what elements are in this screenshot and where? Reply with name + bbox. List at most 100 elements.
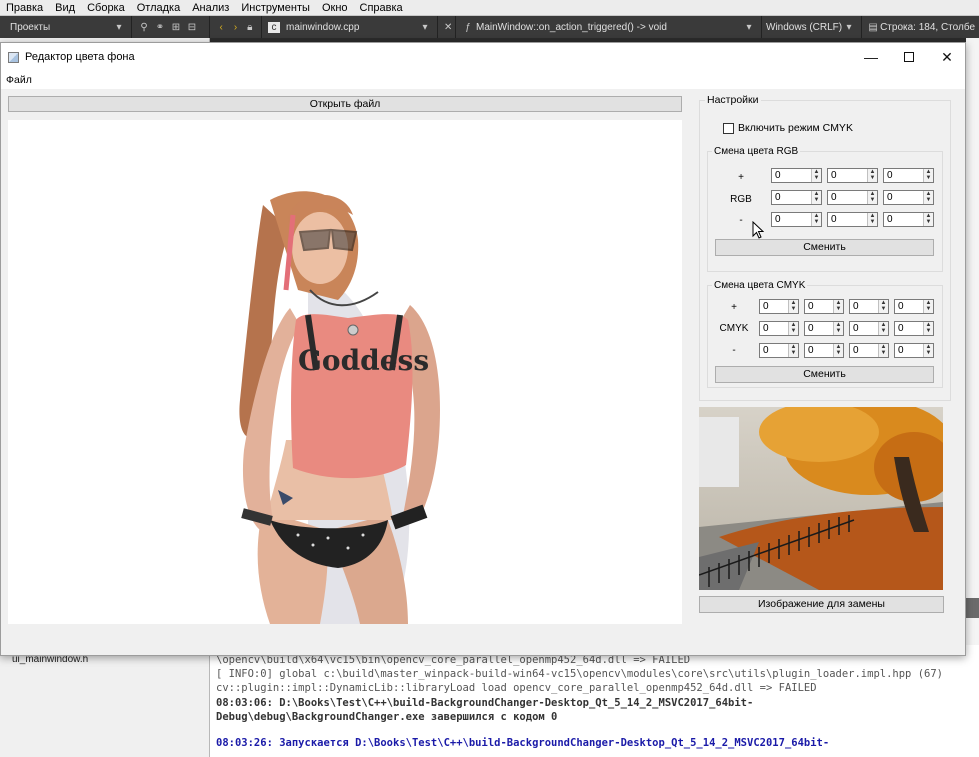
cmyk-plus-c-spinbox[interactable]: 0 ▲ ▼ <box>759 299 799 314</box>
spin-arrows-icon: ▲ ▼ <box>878 344 888 357</box>
rgb-main-r-spinbox[interactable]: 0 ▲ ▼ <box>771 190 822 205</box>
maximize-button[interactable] <box>890 43 928 71</box>
line-ending-label: Windows (CRLF) <box>766 21 843 33</box>
close-sidebar-icon[interactable]: ⊟ <box>186 22 198 33</box>
function-icon: ƒ <box>465 21 471 33</box>
cursor-position-label: Строка: 184, Столбе <box>880 21 975 33</box>
file-tab-label: mainwindow.cpp <box>286 21 360 33</box>
rgb-minus-g-spinbox[interactable]: 0 ▲ ▼ <box>827 212 878 227</box>
rgb-main-g-spinbox[interactable]: 0 ▲ ▼ <box>827 190 878 205</box>
function-signature: MainWindow::on_action_triggered() -> voi… <box>476 21 667 33</box>
cmyk-mode-checkbox[interactable]: Включить режим CMYK <box>723 122 853 134</box>
filter-icon[interactable]: ⚲ <box>138 22 150 33</box>
cmyk-mode-label: Включить режим CMYK <box>738 122 853 134</box>
split-icon[interactable]: ⊞ <box>170 22 182 33</box>
rgb-change-button[interactable]: Сменить <box>715 239 934 256</box>
spin-arrows-icon: ▲ ▼ <box>878 300 888 313</box>
window-titlebar[interactable]: Редактор цвета фона — ✕ <box>1 43 965 71</box>
close-file-button[interactable]: ✕ <box>438 16 456 38</box>
ide-menu-build[interactable]: Сборка <box>81 2 131 14</box>
rgb-row-plus-label: + <box>738 172 744 183</box>
spin-arrows-icon: ▲ ▼ <box>811 169 821 182</box>
dropdown-icon: ▾ <box>116 21 122 33</box>
open-file-button[interactable]: Открыть файл <box>8 96 682 112</box>
cmyk-main-y-spinbox[interactable]: 0 ▲ ▼ <box>849 321 889 336</box>
app-window: Редактор цвета фона — ✕ Файл Открыть фай… <box>0 42 966 656</box>
close-window-button[interactable]: ✕ <box>928 43 966 71</box>
main-image-preview: Goddess <box>8 120 682 624</box>
nav-arrows: ‹ › 🔒︎ <box>210 16 262 38</box>
cmyk-main-c-spinbox[interactable]: 0 ▲ ▼ <box>759 321 799 336</box>
file-tab[interactable]: c mainwindow.cpp ▾ <box>262 16 438 38</box>
rgb-row-main-label: RGB <box>730 194 752 205</box>
window-title: Редактор цвета фона <box>25 51 135 63</box>
cmyk-row-minus-label: - <box>732 345 736 356</box>
replacement-image-button[interactable]: Изображение для замены <box>699 596 944 613</box>
link-icon[interactable]: ⚭ <box>154 22 166 33</box>
cmyk-row-main-label: CMYK <box>719 323 749 334</box>
spin-arrows-icon: ▲ ▼ <box>788 322 798 335</box>
cmyk-minus-y-spinbox[interactable]: 0 ▲ ▼ <box>849 343 889 358</box>
rgb-main-b-spinbox[interactable]: 0 ▲ ▼ <box>883 190 934 205</box>
file-dropdown-icon[interactable]: ▾ <box>419 22 431 33</box>
ide-toolbar: Проекты ▾ ⚲ ⚭ ⊞ ⊟ ‹ › 🔒︎ c mainwindow.cp… <box>0 16 979 38</box>
cmyk-main-k-spinbox[interactable]: 0 ▲ ▼ <box>894 321 934 336</box>
rgb-plus-b-spinbox[interactable]: 0 ▲ ▼ <box>883 168 934 183</box>
spin-arrows-icon: ▲ ▼ <box>923 300 933 313</box>
ide-menu-debug[interactable]: Отладка <box>131 2 186 14</box>
ide-menu-view[interactable]: Вид <box>49 2 81 14</box>
rgb-plus-r-spinbox[interactable]: 0 ▲ ▼ <box>771 168 822 183</box>
minimize-button[interactable]: — <box>852 43 890 71</box>
spin-arrows-icon: ▲ ▼ <box>867 169 877 182</box>
spin-arrows-icon: ▲ ▼ <box>923 169 933 182</box>
spin-arrows-icon: ▲ ▼ <box>923 322 933 335</box>
cpp-file-icon: c <box>268 21 280 33</box>
close-icon: ✕ <box>444 21 453 33</box>
ide-menu-tools[interactable]: Инструменты <box>235 2 316 14</box>
spin-arrows-icon: ▲ ▼ <box>833 322 843 335</box>
cmyk-plus-k-spinbox[interactable]: 0 ▲ ▼ <box>894 299 934 314</box>
ide-menu-analyze[interactable]: Анализ <box>186 2 235 14</box>
cmyk-main-m-spinbox[interactable]: 0 ▲ ▼ <box>804 321 844 336</box>
projects-selector[interactable]: Проекты ▾ <box>0 16 132 38</box>
cursor-position: ▤ Строка: 184, Столбе <box>862 16 979 38</box>
woman-illustration: Goddess <box>239 191 440 624</box>
output-line: cv::plugin::impl::DynamicLib::libraryLoa… <box>216 682 817 695</box>
ide-strip-block <box>966 598 979 618</box>
ide-menu-help[interactable]: Справка <box>354 2 409 14</box>
line-ending-dropdown-icon: ▾ <box>846 21 852 33</box>
cmyk-minus-k-spinbox[interactable]: 0 ▲ ▼ <box>894 343 934 358</box>
spin-arrows-icon: ▲ ▼ <box>878 322 888 335</box>
cmyk-change-button[interactable]: Сменить <box>715 366 934 383</box>
cmyk-group-title: Смена цвета CMYK <box>712 280 808 291</box>
rgb-group-title: Смена цвета RGB <box>712 146 801 157</box>
menu-file[interactable]: Файл <box>1 74 37 86</box>
rgb-plus-g-spinbox[interactable]: 0 ▲ ▼ <box>827 168 878 183</box>
cmyk-plus-m-spinbox[interactable]: 0 ▲ ▼ <box>804 299 844 314</box>
symbol-selector[interactable]: ƒ MainWindow::on_action_triggered() -> v… <box>456 16 762 38</box>
spin-arrows-icon: ▲ ▼ <box>923 344 933 357</box>
ide-menu-window[interactable]: Окно <box>316 2 354 14</box>
rgb-minus-b-spinbox[interactable]: 0 ▲ ▼ <box>883 212 934 227</box>
cmyk-plus-y-spinbox[interactable]: 0 ▲ ▼ <box>849 299 889 314</box>
ide-menubar: Правка Вид Сборка Отладка Анализ Инструм… <box>0 0 979 16</box>
forward-arrow-icon[interactable]: › <box>230 22 240 33</box>
rgb-minus-r-spinbox[interactable]: 0 ▲ ▼ <box>771 212 822 227</box>
app-icon <box>8 51 19 63</box>
app-menubar: Файл <box>1 71 965 89</box>
spin-arrows-icon: ▲ ▼ <box>788 300 798 313</box>
output-line: 08:03:06: D:\Books\Test\C++\build-Backgr… <box>216 696 754 709</box>
spin-arrows-icon: ▲ ▼ <box>811 213 821 226</box>
mouse-cursor-icon <box>752 220 765 242</box>
ide-menu-edit[interactable]: Правка <box>0 2 49 14</box>
projects-label: Проекты <box>10 21 51 33</box>
maximize-icon <box>904 52 914 62</box>
cmyk-minus-c-spinbox[interactable]: 0 ▲ ▼ <box>759 343 799 358</box>
checkbox-box[interactable] <box>723 122 734 134</box>
cmyk-minus-m-spinbox[interactable]: 0 ▲ ▼ <box>804 343 844 358</box>
spin-arrows-icon: ▲ ▼ <box>833 344 843 357</box>
back-arrow-icon[interactable]: ‹ <box>216 22 226 33</box>
autumn-park-image <box>699 407 943 590</box>
line-ending-selector[interactable]: Windows (CRLF) ▾ <box>762 16 862 38</box>
ide-output-pane: \opencv\build\x64\vc15\bin\opencv_core_p… <box>210 645 979 757</box>
